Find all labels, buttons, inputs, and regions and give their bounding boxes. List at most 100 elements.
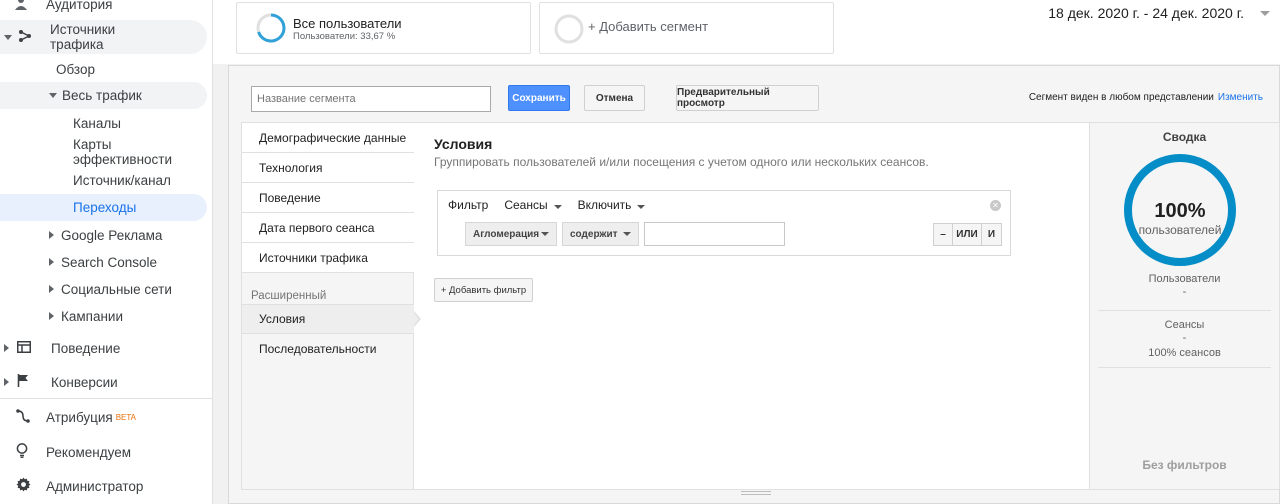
summary-divider (1098, 367, 1271, 368)
summary-sessions-pct: 100% сеансов (1148, 347, 1221, 359)
add-segment-card[interactable]: + Добавить сегмент (539, 2, 834, 54)
segment-all-users[interactable]: Все пользователи Пользователи: 33,67 % (236, 2, 531, 54)
category-behavior[interactable]: Поведение (242, 183, 414, 213)
segment-editor-panel: Сохранить Отмена Предварительный просмот… (228, 65, 1280, 504)
or-button[interactable]: ИЛИ (952, 223, 982, 246)
chevron-right-icon (4, 344, 9, 352)
add-filter-button[interactable]: + Добавить фильтр (434, 278, 533, 302)
sidebar-divider (0, 398, 212, 399)
caret-down-icon (637, 205, 646, 209)
sidebar-label-attribution: Атрибуция (46, 409, 113, 425)
category-first-session[interactable]: Дата первого сеанса (242, 213, 414, 243)
sidebar-label-discover: Рекомендуем (46, 444, 131, 460)
sidebar-item-behavior[interactable]: Поведение (0, 338, 207, 358)
sidebar-item-referrals[interactable]: Переходы (0, 194, 207, 221)
attribution-icon (16, 408, 32, 426)
operator-value: содержит (570, 228, 618, 240)
preview-button[interactable]: Предварительный просмотр (676, 85, 819, 111)
caret-down-icon (623, 232, 631, 236)
sidebar-item-overview[interactable]: Обзор (0, 59, 207, 79)
lightbulb-icon (16, 443, 32, 461)
sidebar-item-conversions[interactable]: Конверсии (0, 372, 207, 392)
filter-scope-dropdown[interactable]: Сеансы (504, 198, 562, 212)
summary-users-value: - (1182, 286, 1187, 298)
add-segment-label: + Добавить сегмент (588, 19, 709, 34)
sidebar-item-traffic-sources[interactable]: Источники трафика (0, 20, 207, 54)
save-button[interactable]: Сохранить (508, 85, 570, 111)
sidebar-label-social: Социальные сети (61, 281, 172, 297)
filter-value-input[interactable] (644, 222, 785, 246)
category-list: Демографические данные Технология Поведе… (242, 123, 414, 489)
segment-bar: Все пользователи Пользователи: 33,67 % +… (213, 0, 1280, 64)
category-traffic-sources[interactable]: Источники трафика (242, 243, 414, 273)
sidebar-label-google-ads: Google Реклама (61, 227, 163, 243)
sidebar-label-referrals: Переходы (73, 200, 137, 215)
sidebar-item-google-ads[interactable]: Google Реклама (0, 226, 207, 244)
sidebar-item-audience[interactable]: Аудитория (0, 0, 207, 14)
sidebar-label-conversions: Конверсии (51, 374, 118, 390)
segment-visibility: Сегмент виден в любом представлении Измен… (1029, 92, 1263, 103)
sidebar-item-attribution[interactable]: Атрибуция BETA (0, 407, 207, 427)
sidebar-label-admin: Администратор (46, 478, 144, 494)
filter-block: Фильтр Сеансы Включить ✕ Агломерация сод… (437, 190, 1011, 256)
beta-badge: BETA (115, 412, 137, 422)
category-sequences[interactable]: Последовательности (242, 334, 414, 364)
dimension-dropdown[interactable]: Агломерация (465, 222, 557, 246)
resize-handle[interactable] (741, 491, 771, 495)
chevron-right-icon (49, 258, 54, 266)
cancel-button[interactable]: Отмена (584, 85, 645, 111)
summary-users-label: Пользователи (1148, 273, 1221, 285)
person-icon (14, 0, 32, 13)
chevron-down-icon (49, 93, 57, 98)
empty-segment-ring-icon (554, 14, 584, 47)
no-filters-label: Без фильтров (1142, 458, 1227, 472)
chevron-right-icon (49, 285, 54, 293)
caret-down-icon (1260, 10, 1270, 16)
category-technology[interactable]: Технология (242, 153, 414, 183)
filter-include-dropdown[interactable]: Включить (578, 198, 646, 212)
sidebar-label-audience: Аудитория (46, 0, 113, 12)
sidebar-item-admin[interactable]: Администратор (0, 476, 207, 496)
sidebar-item-campaigns[interactable]: Кампании (0, 307, 207, 325)
sidebar: Аудитория Источники трафика Обзор Весь т… (0, 0, 213, 504)
category-conditions[interactable]: Условия (242, 304, 414, 334)
sidebar-item-channels[interactable]: Каналы (0, 114, 207, 132)
sidebar-item-treemaps[interactable]: Карты эффективности (0, 136, 207, 168)
remove-condition-button[interactable]: – (933, 223, 953, 246)
operator-dropdown[interactable]: содержит (562, 222, 639, 246)
caret-down-icon (541, 232, 549, 236)
chevron-right-icon (49, 312, 54, 320)
chevron-right-icon (49, 231, 54, 239)
change-visibility-link[interactable]: Изменить (1218, 92, 1263, 103)
segment-title: Все пользователи (293, 16, 402, 31)
visibility-text: Сегмент виден в любом представлении (1028, 92, 1214, 103)
sidebar-label-source-medium: Источник/канал (73, 172, 171, 188)
summary-percent-label: пользователей (1138, 223, 1222, 237)
sidebar-label-all-traffic: Весь трафик (62, 88, 142, 103)
summary-panel: Сводка 100% пользователей Пользователи -… (1089, 123, 1279, 489)
date-range-label: 18 дек. 2020 г. - 24 дек. 2020 г. (1048, 5, 1244, 21)
sidebar-item-source-medium[interactable]: Источник/канал (0, 171, 207, 189)
advanced-header: Расширенный (251, 290, 327, 302)
sidebar-item-social[interactable]: Социальные сети (0, 280, 207, 298)
segment-ring-icon (256, 13, 286, 46)
sidebar-item-all-traffic[interactable]: Весь трафик (0, 82, 207, 109)
sidebar-item-discover[interactable]: Рекомендуем (0, 442, 207, 462)
filter-include-value: Включить (577, 198, 632, 212)
date-range-picker[interactable]: 18 дек. 2020 г. - 24 дек. 2020 г. (1048, 5, 1270, 21)
caret-down-icon (553, 205, 562, 209)
sidebar-item-search-console[interactable]: Search Console (0, 253, 207, 271)
sidebar-label-traffic-sources: Источники трафика (50, 22, 116, 52)
sidebar-label-search-console: Search Console (61, 254, 158, 270)
category-demographics[interactable]: Демографические данные (242, 123, 414, 153)
chevron-down-icon (4, 34, 12, 40)
remove-filter-icon[interactable]: ✕ (990, 200, 1001, 211)
segment-name-input[interactable] (251, 86, 491, 112)
and-button[interactable]: И (981, 223, 1002, 246)
filter-scope-value: Сеансы (504, 198, 548, 212)
gear-icon (16, 477, 32, 495)
sidebar-label-overview: Обзор (56, 61, 95, 77)
summary-divider (1098, 310, 1271, 311)
segment-editor-toolbar: Сохранить Отмена Предварительный просмот… (241, 82, 1279, 114)
dimension-value: Агломерация (473, 228, 540, 240)
